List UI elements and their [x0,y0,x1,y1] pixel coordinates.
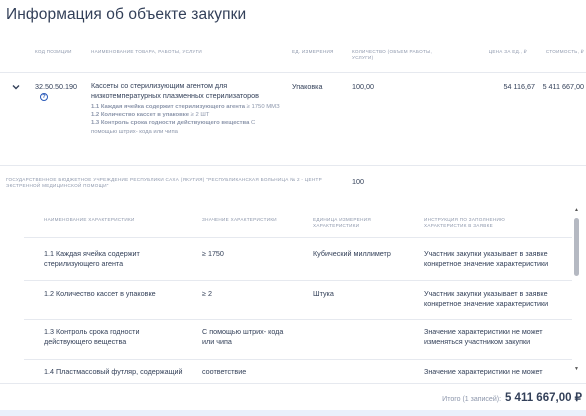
ch-header-divider [24,237,572,238]
ch-row-name: 1.2 Количество кассет в упаковке [44,289,156,298]
customer-qty: 100 [352,177,364,186]
header-cost: СТОИМОСТЬ, ₽ [545,49,584,54]
scrollbar[interactable]: ▲ ▼ [573,207,581,377]
header-divider [0,72,586,73]
header-price: ЦЕНА ЗА ЕД., ₽ [488,49,527,54]
header-unit: ЕД. ИЗМЕРЕНИЯ [292,49,334,54]
row-divider [24,359,572,360]
row-divider [0,165,586,166]
ch-row-unit: Кубический миллиметр [313,249,391,258]
ch-row-unit: Штука [313,289,334,298]
row-divider [24,280,572,281]
char2-value: ≥ 2 ШТ [190,112,210,119]
footer-divider [0,383,586,384]
ch-row-value: ≥ 2 [202,289,212,298]
unit-value: Упаковка [292,82,323,91]
chevron-down-icon[interactable] [11,82,21,92]
page-title: Информация об объекте закупки [6,6,247,23]
ch-row-instruction: Значение характеристики не может изменят… [424,327,543,346]
bottom-band [0,410,586,416]
char2-label: 1.2 Количество кассет в упаковке [91,112,189,119]
total-value: 5 411 667,00 ₽ [504,392,582,404]
price-value: 54 116,67 [503,82,535,91]
total-label: Итого (1 записей): [442,396,502,403]
scrollbar-thumb[interactable] [574,218,579,276]
product-characteristics: 1.1 Каждая ячейка содержит стерилизующег… [91,103,281,136]
total: Итого (1 записей): 5 411 667,00 ₽ [442,390,582,404]
ch-header-instruction: ИНСТРУКЦИЯ ПО ЗАПОЛНЕНИЮ ХАРАКТЕРИСТИК В… [424,217,506,229]
row-divider [24,319,572,320]
characteristics-table[interactable]: НАИМЕНОВАНИЕ ХАРАКТЕРИСТИКИ ЗНАЧЕНИЕ ХАР… [24,205,584,383]
product-name: Кассеты со стерилизующим агентом для низ… [91,81,259,100]
ch-row-name: 1.1 Каждая ячейка содержит стерилизующег… [44,249,140,268]
scroll-up-icon[interactable]: ▲ [574,207,579,213]
ch-row-name: 1.4 Пластмассовый футляр, содержащий [44,367,183,376]
header-qty: КОЛИЧЕСТВО (ОБЪЕМ РАБОТЫ, УСЛУГИ) [352,49,433,61]
ch-row-value: С помощью штрих- кода или чипа [202,327,284,346]
ch-row-value: ≥ 1750 [202,249,224,258]
ch-row-instruction: Участник закупки указывает в заявке конк… [424,249,549,268]
customer-name: ГОСУДАРСТВЕННОЕ БЮДЖЕТНОЕ УЧРЕЖДЕНИЕ РЕС… [6,177,322,189]
qty-value: 100,00 [352,82,374,91]
ch-row-instruction: Участник закупки указывает в заявке конк… [424,289,549,308]
scroll-down-icon[interactable]: ▼ [574,366,579,372]
char1-value: ≥ 1750 ММЗ [246,104,280,110]
header-code: КОД ПОЗИЦИИ [35,49,72,54]
cost-value: 5 411 667,00 [542,82,584,91]
ch-header-unit: ЕДИНИЦА ИЗМЕРЕНИЯ ХАРАКТЕРИСТИКИ [313,217,371,229]
help-icon[interactable]: ? [40,93,48,101]
ch-header-name: НАИМЕНОВАНИЕ ХАРАКТЕРИСТИКИ [44,217,135,222]
header-name: НАИМЕНОВАНИЕ ТОВАРА, РАБОТЫ, УСЛУГИ [91,49,203,54]
ch-row-value: соответствие [202,367,247,376]
char3-label: 1.3 Контроль срока годности действующего… [91,120,250,127]
position-code: 32.50.50.190 [35,82,77,91]
char1-label: 1.1 Каждая ячейка содержит стерилизующег… [91,104,245,110]
ch-header-value: ЗНАЧЕНИЕ ХАРАКТЕРИСТИКИ [202,217,277,222]
ch-row-instruction: Значение характеристики не может [424,367,543,376]
ch-row-name: 1.3 Контроль срока годности действующего… [44,327,140,346]
